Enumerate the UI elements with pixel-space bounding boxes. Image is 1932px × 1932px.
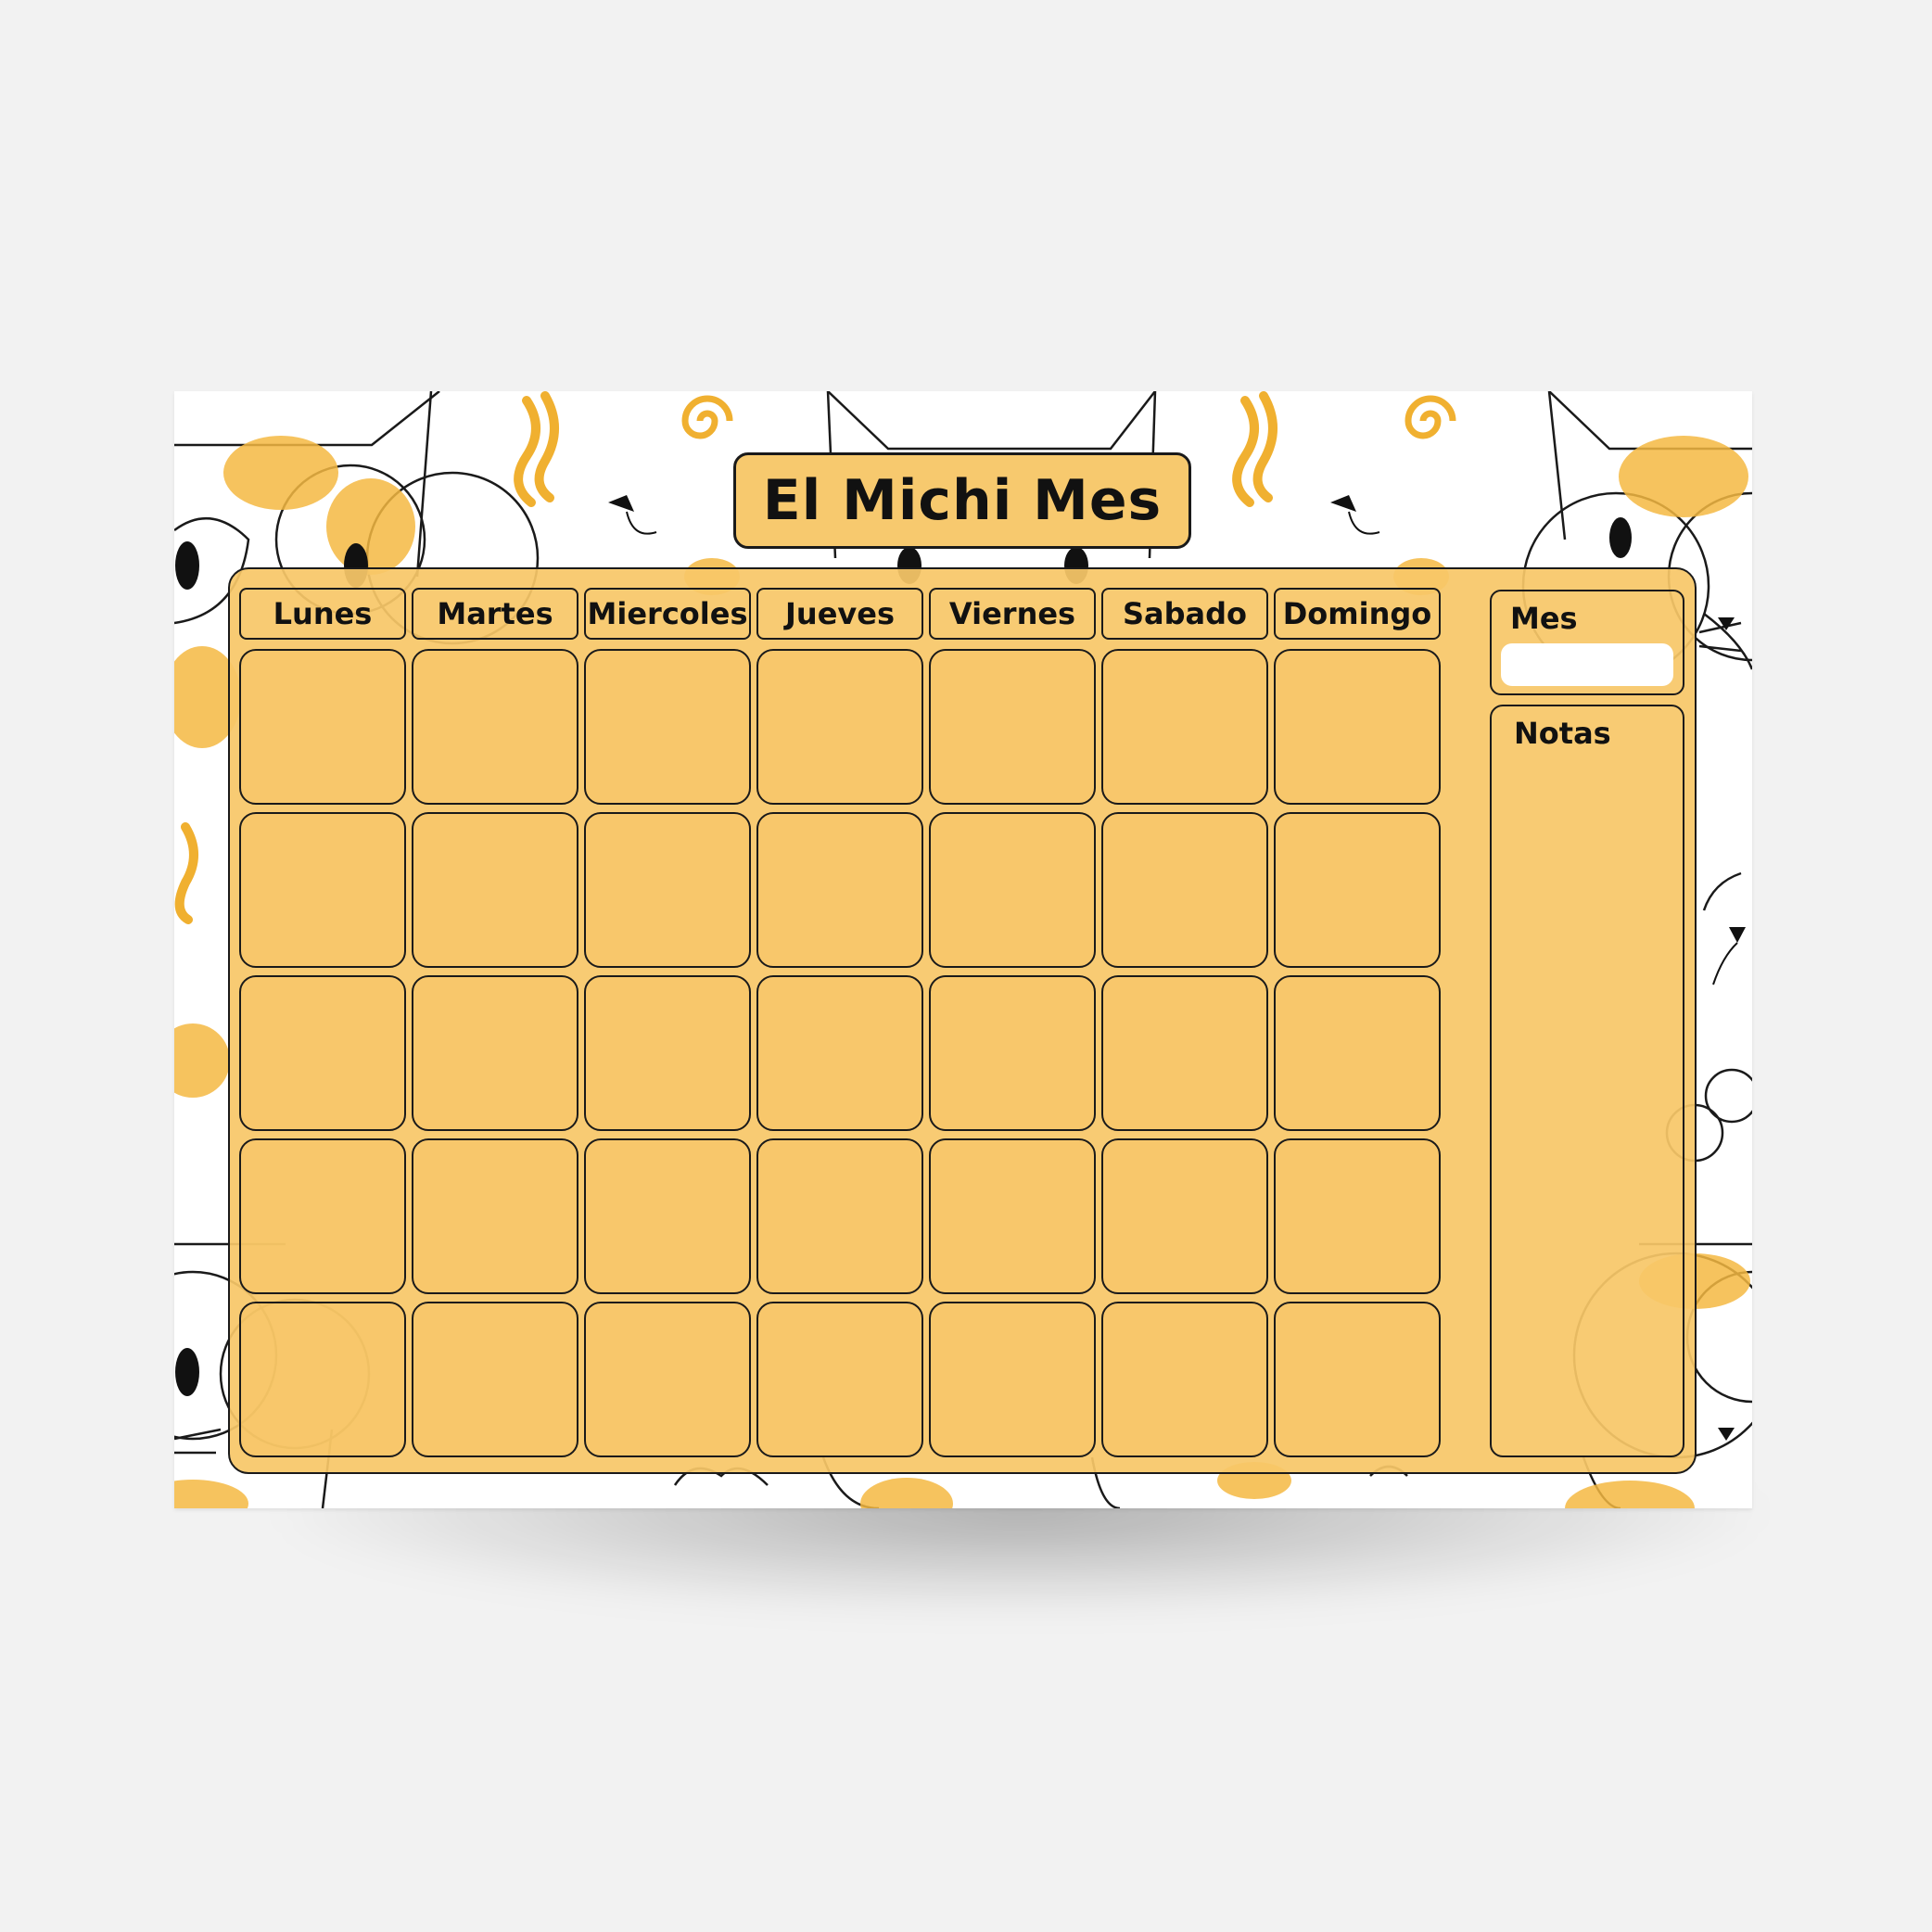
day-cell[interactable] — [239, 649, 406, 805]
cat-ear-icon — [1548, 391, 1752, 451]
day-cell[interactable] — [1101, 1302, 1268, 1457]
notes-label: Notas — [1514, 716, 1611, 751]
calendar-panel: Lunes Martes Miercoles Jueves Viernes Sa… — [228, 567, 1697, 1474]
cat-ear-icon — [827, 391, 1156, 451]
day-cell[interactable] — [1101, 975, 1268, 1131]
day-cell[interactable] — [412, 649, 578, 805]
spiral-icon — [681, 395, 733, 439]
weekday-header-monday: Lunes — [239, 588, 406, 640]
notes-box[interactable]: Notas — [1490, 705, 1684, 1457]
day-cell[interactable] — [1101, 812, 1268, 968]
day-cell[interactable] — [1274, 975, 1441, 1131]
cat-nose-icon — [608, 495, 634, 512]
day-cell[interactable] — [929, 1138, 1096, 1294]
day-cell[interactable] — [929, 812, 1096, 968]
day-cell[interactable] — [584, 649, 751, 805]
day-cell[interactable] — [412, 812, 578, 968]
day-cell[interactable] — [1274, 1138, 1441, 1294]
day-cell[interactable] — [239, 1302, 406, 1457]
title-banner: El Michi Mes — [733, 452, 1191, 549]
day-cell[interactable] — [412, 1302, 578, 1457]
day-cell[interactable] — [929, 1302, 1096, 1457]
weekday-header-thursday: Jueves — [756, 588, 923, 640]
day-cell[interactable] — [239, 975, 406, 1131]
day-cell[interactable] — [756, 975, 923, 1131]
day-cell[interactable] — [756, 812, 923, 968]
squiggle-icon — [514, 396, 540, 507]
weekday-header-tuesday: Martes — [412, 588, 578, 640]
day-cell[interactable] — [412, 1138, 578, 1294]
day-cell[interactable] — [412, 975, 578, 1131]
day-cell[interactable] — [929, 649, 1096, 805]
day-cell[interactable] — [756, 649, 923, 805]
day-cell[interactable] — [1274, 649, 1441, 805]
day-cell[interactable] — [584, 812, 751, 968]
month-box: Mes — [1490, 590, 1684, 695]
cat-ear-icon — [174, 391, 440, 447]
day-cell[interactable] — [584, 1302, 751, 1457]
day-cell[interactable] — [1274, 1302, 1441, 1457]
weekday-header-friday: Viernes — [929, 588, 1096, 640]
day-cell[interactable] — [929, 975, 1096, 1131]
day-cell[interactable] — [239, 812, 406, 968]
day-cell[interactable] — [584, 1138, 751, 1294]
day-cell[interactable] — [584, 975, 751, 1131]
month-input[interactable] — [1501, 643, 1673, 686]
day-cell[interactable] — [239, 1138, 406, 1294]
calendar-sheet: El Michi Mes Lunes Martes Miercoles Juev… — [174, 391, 1752, 1508]
month-label: Mes — [1510, 601, 1578, 636]
weekday-header-sunday: Domingo — [1274, 588, 1441, 640]
page-title: El Michi Mes — [762, 468, 1163, 533]
day-cell[interactable] — [1274, 812, 1441, 968]
paw-blob-icon — [223, 436, 338, 510]
day-cell[interactable] — [756, 1302, 923, 1457]
day-cell[interactable] — [1101, 1138, 1268, 1294]
day-cell[interactable] — [1101, 649, 1268, 805]
weekday-header-saturday: Sabado — [1101, 588, 1268, 640]
day-cell[interactable] — [756, 1138, 923, 1294]
weekday-header-wednesday: Miercoles — [584, 588, 751, 640]
